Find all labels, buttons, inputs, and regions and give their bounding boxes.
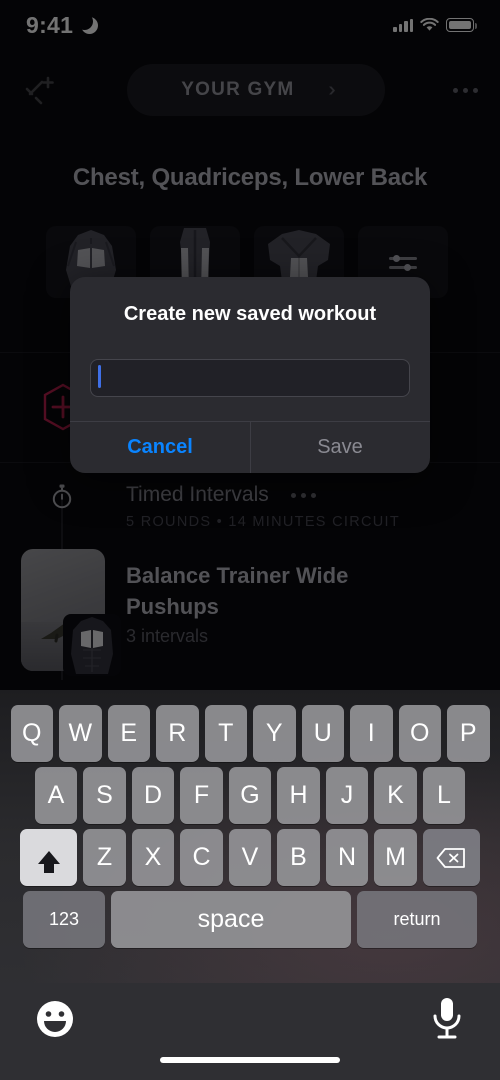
key-v[interactable]: V xyxy=(228,829,272,886)
shift-key[interactable] xyxy=(20,829,78,886)
cancel-button[interactable]: Cancel xyxy=(70,422,250,473)
key-a[interactable]: A xyxy=(34,767,78,824)
key-z[interactable]: Z xyxy=(83,829,126,886)
keyboard-row-2: ASDFGHJKL xyxy=(7,767,493,824)
space-key[interactable]: space xyxy=(111,891,351,948)
return-key[interactable]: return xyxy=(357,891,477,948)
keyboard-row-3-letters: ZXCVBNM xyxy=(83,829,417,886)
text-cursor xyxy=(98,365,101,388)
shift-arrow-up-icon xyxy=(37,851,60,873)
workout-name-input[interactable] xyxy=(90,359,410,397)
on-screen-keyboard: QWERTYUIOP ASDFGHJKL ZXCVBNM 123 space r… xyxy=(0,690,500,1080)
key-k[interactable]: K xyxy=(374,767,417,824)
key-c[interactable]: C xyxy=(180,829,223,886)
key-o[interactable]: O xyxy=(398,705,441,762)
key-q[interactable]: Q xyxy=(10,705,53,762)
keyboard-row-3: ZXCVBNM xyxy=(7,829,493,886)
key-h[interactable]: H xyxy=(277,767,320,824)
key-f[interactable]: F xyxy=(180,767,223,824)
keyboard-bottom-bar xyxy=(0,983,500,1080)
numbers-key[interactable]: 123 xyxy=(23,891,105,948)
key-m[interactable]: M xyxy=(374,829,417,886)
dialog-divider-vertical xyxy=(250,422,251,473)
key-n[interactable]: N xyxy=(325,829,369,886)
key-g[interactable]: G xyxy=(228,767,272,824)
key-j[interactable]: J xyxy=(325,767,369,824)
create-workout-dialog: Create new saved workout Cancel Save xyxy=(70,277,430,473)
microphone-icon[interactable] xyxy=(429,995,465,1043)
key-l[interactable]: L xyxy=(422,767,466,824)
key-y[interactable]: Y xyxy=(253,705,296,762)
key-p[interactable]: P xyxy=(447,705,490,762)
emoji-smiley-icon[interactable] xyxy=(33,997,77,1041)
key-x[interactable]: X xyxy=(131,829,175,886)
key-r[interactable]: R xyxy=(156,705,199,762)
dialog-title: Create new saved workout xyxy=(123,303,377,325)
backspace-key[interactable] xyxy=(422,829,480,886)
key-w[interactable]: W xyxy=(59,705,102,762)
key-i[interactable]: I xyxy=(350,705,393,762)
key-s[interactable]: S xyxy=(83,767,126,824)
key-d[interactable]: D xyxy=(131,767,175,824)
key-e[interactable]: E xyxy=(107,705,150,762)
keyboard-row-1: QWERTYUIOP xyxy=(7,705,493,762)
key-t[interactable]: T xyxy=(204,705,247,762)
key-b[interactable]: B xyxy=(277,829,320,886)
keyboard-row-4: 123 space return xyxy=(7,891,493,948)
home-indicator-bar xyxy=(160,1057,340,1063)
backspace-delete-icon xyxy=(436,847,466,869)
key-u[interactable]: U xyxy=(301,705,344,762)
save-button[interactable]: Save xyxy=(250,422,430,473)
